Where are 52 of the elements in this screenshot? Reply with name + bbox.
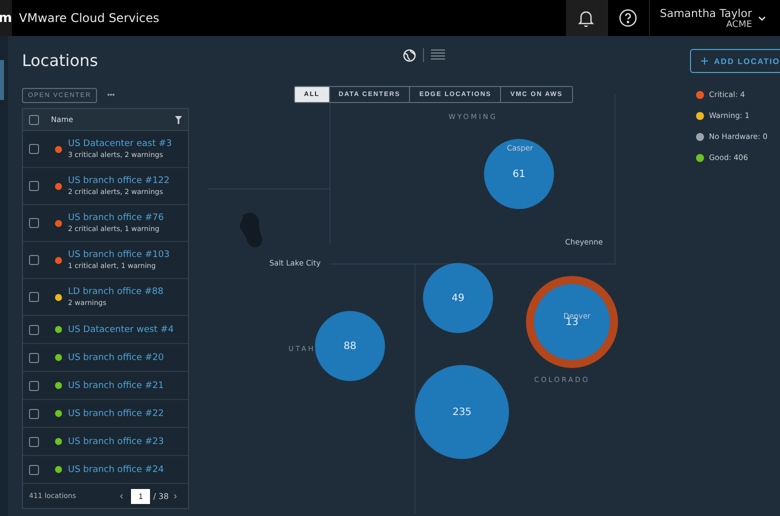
- location-link[interactable]: US branch office #21: [68, 380, 164, 390]
- row-checkbox[interactable]: [29, 352, 39, 362]
- row-checkbox[interactable]: [29, 464, 39, 474]
- location-link[interactable]: US Datacenter east #3: [68, 139, 172, 149]
- row-checkbox[interactable]: [29, 255, 39, 265]
- location-link[interactable]: US branch office #22: [68, 408, 164, 418]
- list-icon: [431, 49, 445, 61]
- page-input[interactable]: 1: [131, 488, 150, 504]
- location-cluster[interactable]: 235: [415, 365, 509, 459]
- page-total: / 38: [153, 492, 169, 500]
- row-checkbox[interactable]: [29, 181, 39, 191]
- location-row[interactable]: US Datacenter west #4: [23, 316, 188, 344]
- notifications-button[interactable]: [566, 0, 608, 36]
- row-checkbox[interactable]: [29, 436, 39, 446]
- plus-icon: [701, 57, 708, 65]
- bell-icon: [578, 9, 594, 27]
- next-page-button[interactable]: ›: [168, 490, 182, 502]
- sidebar-marker: [0, 60, 4, 100]
- app-title: VMware Cloud Services: [19, 11, 160, 25]
- location-row[interactable]: US branch office #24: [23, 456, 188, 484]
- location-link[interactable]: US branch office #23: [68, 436, 164, 446]
- globe-icon: [403, 48, 416, 62]
- row-checkbox[interactable]: [29, 380, 39, 390]
- organization-name: ACME: [726, 20, 752, 30]
- row-checkbox[interactable]: [29, 408, 39, 418]
- select-all-checkbox[interactable]: [29, 114, 39, 124]
- location-row[interactable]: US branch office #20: [23, 344, 188, 372]
- location-link[interactable]: US Datacenter west #4: [68, 324, 174, 334]
- location-link[interactable]: US branch office #122: [68, 176, 170, 186]
- location-row[interactable]: US branch office #23: [23, 428, 188, 456]
- location-link[interactable]: US branch office #24: [68, 464, 164, 474]
- location-link[interactable]: US branch office #103: [68, 250, 170, 260]
- chevron-down-icon[interactable]: [758, 16, 766, 20]
- list-view-button[interactable]: [430, 48, 446, 62]
- user-name: Samantha Taylor: [660, 6, 752, 20]
- row-checkbox[interactable]: [29, 324, 39, 334]
- location-row[interactable]: US branch office #21: [23, 372, 188, 400]
- location-link[interactable]: US branch office #20: [68, 352, 164, 362]
- row-checkbox[interactable]: [29, 292, 39, 302]
- location-cluster[interactable]: 49: [423, 263, 493, 333]
- row-checkbox[interactable]: [29, 144, 39, 154]
- page-title: Locations: [22, 50, 100, 70]
- location-row[interactable]: US branch office #22: [23, 400, 188, 428]
- location-cluster[interactable]: 88: [315, 311, 385, 381]
- location-link[interactable]: US branch office #76: [68, 213, 164, 223]
- add-location-button[interactable]: ADD LOCATIO: [690, 49, 780, 73]
- location-link[interactable]: LD branch office #88: [68, 287, 164, 297]
- help-icon: [619, 9, 638, 27]
- filter-icon[interactable]: [175, 116, 182, 124]
- row-checkbox[interactable]: [29, 218, 39, 228]
- previous-page-button[interactable]: ‹: [114, 490, 128, 502]
- globe-view-button[interactable]: [402, 48, 417, 62]
